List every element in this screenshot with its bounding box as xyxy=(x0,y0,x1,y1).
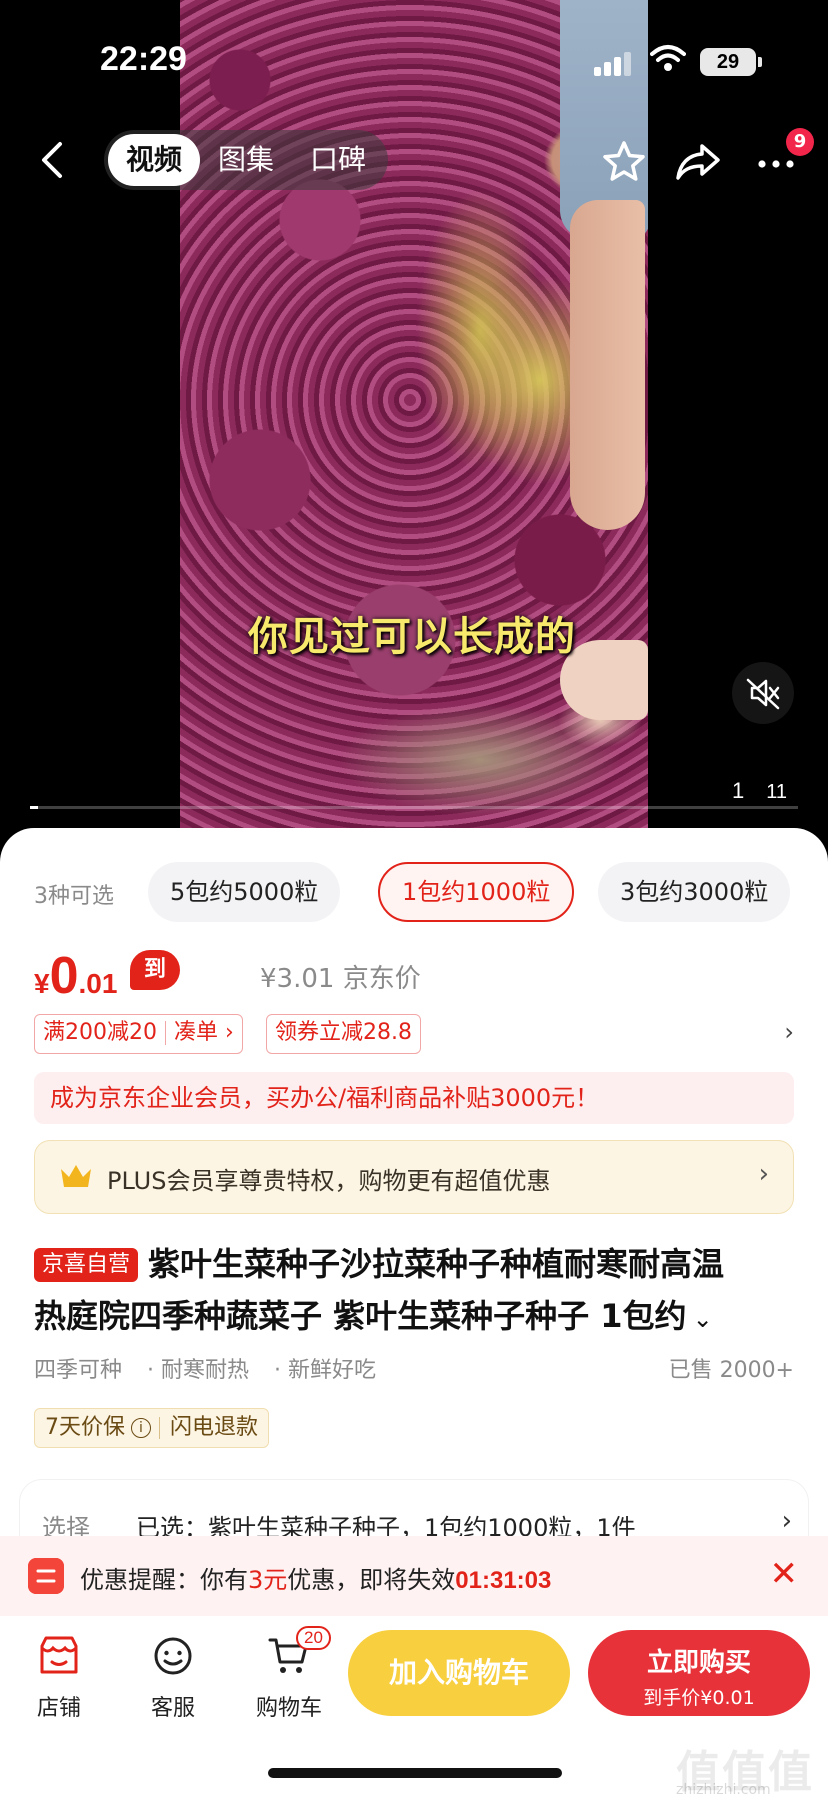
product-tag: · 新鲜好吃 xyxy=(274,1358,377,1383)
product-detail-sheet: 3种可选 5包约5000粒 1包约1000粒 3包约3000粒 ¥0.01 到手… xyxy=(0,828,828,1618)
variant-count: 3种可选 xyxy=(34,884,114,909)
video-frame xyxy=(180,0,648,840)
status-time: 22:29 xyxy=(100,40,187,78)
video-subtitle: 你见过可以长成的 xyxy=(248,614,576,660)
variant-selector: 3种可选 5包约5000粒 1包约1000粒 3包约3000粒 xyxy=(0,862,828,922)
reminder-amount: 3元 xyxy=(248,1566,288,1594)
sold-count: 已售 2000+ xyxy=(668,1358,794,1383)
store-label: 店铺 xyxy=(36,1696,81,1721)
cart-label: 购物车 xyxy=(255,1696,322,1721)
tab-video[interactable]: 视频 xyxy=(108,134,201,186)
final-price: ¥0.01 xyxy=(34,946,117,1006)
product-title[interactable]: 京喜自营 紫叶生菜种子沙拉菜种子种植耐寒耐高温 热庭院四季种蔬菜子 紫叶生菜种子种… xyxy=(34,1238,794,1345)
customer-service-label: 客服 xyxy=(150,1696,195,1721)
star-favorite-icon[interactable] xyxy=(598,136,650,188)
reminder-prefix: 优惠提醒：你有 xyxy=(80,1566,248,1594)
reminder-middle: 优惠，即将失效 xyxy=(287,1566,456,1594)
chevron-right-icon: › xyxy=(758,1159,769,1189)
price-currency: ¥ xyxy=(34,968,50,999)
video-progress-fill xyxy=(30,806,38,809)
price-integer: 0 xyxy=(49,947,79,1005)
promo-full-reduce-label: 满200减20 xyxy=(43,1020,157,1045)
chevron-right-icon[interactable]: › xyxy=(784,1018,794,1046)
video-hand xyxy=(570,200,645,530)
tab-gallery[interactable]: 图集 xyxy=(200,134,292,186)
coupon-reminder-icon xyxy=(28,1558,64,1594)
reminder-text: 优惠提醒：你有3元优惠，即将失效01:31:03 xyxy=(80,1560,551,1595)
watermark-url: zhizhizhi.com xyxy=(676,1782,771,1796)
media-page-current: 1 xyxy=(732,778,745,803)
info-icon[interactable]: i xyxy=(131,1418,151,1438)
reminder-countdown: 01:31:03 xyxy=(455,1567,552,1594)
status-bar: 22:29 29 xyxy=(0,0,828,120)
price-decimal: .01 xyxy=(78,968,118,999)
promo-full-reduce[interactable]: 满200减20 凑单 › xyxy=(34,1014,243,1054)
tab-reviews[interactable]: 口碑 xyxy=(292,134,384,186)
chat-smile-icon xyxy=(154,1637,192,1675)
plus-member-banner[interactable]: PLUS会员享尊贵特权，购物更有超值优惠 › xyxy=(34,1140,794,1214)
promotions: 满200减20 凑单 › 领券立减28.8 › xyxy=(34,1014,794,1054)
enterprise-member-banner[interactable]: 成为京东企业会员，买办公/福利商品补贴3000元！ xyxy=(34,1072,794,1124)
original-price: ¥3.01 京东价 xyxy=(260,964,421,994)
variant-option-selected[interactable]: 1包约1000粒 xyxy=(378,862,575,922)
product-tags: 四季可种 · 耐寒耐热 · 新鲜好吃 已售 2000+ xyxy=(34,1352,794,1388)
media-page-indicator: 1 11 xyxy=(732,778,787,804)
buy-now-button[interactable]: 立即购买 到手价¥0.01 xyxy=(588,1630,810,1716)
product-title-line2: 热庭院四季种蔬菜子 紫叶生菜种子种子 1包约 xyxy=(34,1297,687,1335)
home-indicator[interactable] xyxy=(268,1768,562,1778)
variant-option[interactable]: 5包约5000粒 xyxy=(148,862,341,922)
share-icon[interactable] xyxy=(672,136,724,188)
media-tabs: 视频 图集 口碑 xyxy=(104,130,389,190)
service-guarantees[interactable]: 7天价保 i 闪电退款 xyxy=(34,1408,270,1448)
self-operated-badge: 京喜自营 xyxy=(34,1248,139,1282)
add-to-cart-button[interactable]: 加入购物车 xyxy=(348,1630,570,1716)
close-icon[interactable]: ✕ xyxy=(770,1554,799,1594)
refund-label: 闪电退款 xyxy=(170,1415,259,1440)
media-page-total: 11 xyxy=(766,781,788,803)
back-arrow-icon[interactable] xyxy=(30,136,78,184)
video-progress-bar[interactable] xyxy=(30,806,798,809)
store-icon xyxy=(40,1636,78,1674)
chevron-right-icon: › xyxy=(781,1506,792,1536)
mute-button[interactable] xyxy=(732,662,794,724)
cellular-signal-icon xyxy=(594,50,634,76)
price-protect-label: 7天价保 xyxy=(45,1415,125,1440)
product-tag: 四季可种 xyxy=(34,1358,123,1383)
bottom-action-bar: 店铺 客服 购物车 20 加入购物车 立即购买 到手价¥0.01 值值值 zhi… xyxy=(0,1616,828,1796)
cart-count-badge: 20 xyxy=(296,1626,331,1650)
variant-option[interactable]: 3包约3000粒 xyxy=(598,862,791,922)
notification-badge: 9 xyxy=(786,128,814,156)
chevron-down-icon[interactable]: ⌄ xyxy=(693,1305,713,1333)
product-tag: · 耐寒耐热 xyxy=(147,1358,250,1383)
buy-now-label: 立即购买 xyxy=(646,1648,751,1678)
coupon-button[interactable]: 领券立减28.8 xyxy=(266,1014,421,1054)
crown-icon xyxy=(61,1165,91,1187)
store-button[interactable]: 店铺 xyxy=(14,1634,104,1722)
speaker-muted-icon xyxy=(746,678,780,710)
discount-reminder-bar[interactable]: 优惠提醒：你有3元优惠，即将失效01:31:03 ✕ xyxy=(0,1536,828,1616)
plus-banner-text: PLUS会员享尊贵特权，购物更有超值优惠 xyxy=(107,1167,551,1195)
promo-combine-link[interactable]: 凑单 › xyxy=(174,1020,234,1045)
cart-button[interactable]: 购物车 20 xyxy=(244,1626,334,1722)
battery-indicator: 29 xyxy=(700,48,762,76)
customer-service-button[interactable]: 客服 xyxy=(128,1634,218,1722)
final-price-tag: 到手价 xyxy=(130,950,181,1062)
product-title-line1: 紫叶生菜种子沙拉菜种子种植耐寒耐高温 xyxy=(148,1245,725,1283)
product-video[interactable]: 你见过可以长成的 1 11 xyxy=(0,0,828,840)
buy-now-price: 到手价¥0.01 xyxy=(643,1687,755,1709)
wifi-icon xyxy=(650,45,686,71)
